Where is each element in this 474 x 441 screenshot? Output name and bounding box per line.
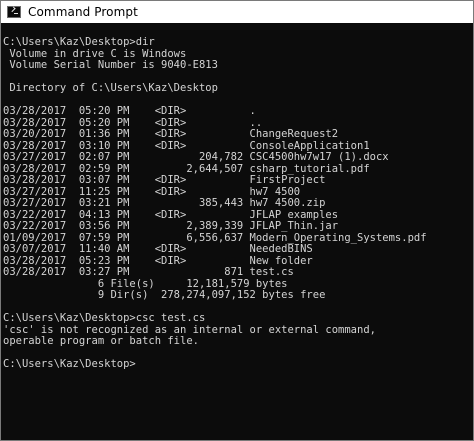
console-line: 03/28/2017 03:27 PM 871 test.cs: [3, 266, 294, 278]
console-line: operable program or batch file.: [3, 335, 199, 347]
console-line: 03/20/2017 01:36 PM <DIR> ChangeRequest2: [3, 128, 339, 140]
console-line: 03/28/2017 05:20 PM <DIR> .: [3, 105, 256, 117]
window-title: Command Prompt: [28, 5, 138, 19]
command-prompt-line[interactable]: C:\Users\Kaz\Desktop>: [3, 358, 473, 371]
command-prompt-window: Command Prompt C:\Users\Kaz\Desktop>dir …: [0, 0, 474, 441]
console-line: 03/28/2017 03:07 PM <DIR> FirstProject: [3, 174, 326, 186]
console-line: C:\Users\Kaz\Desktop>csc test.cs: [3, 312, 206, 324]
console-line: 03/22/2017 03:56 PM 2,389,339 JFLAP_Thin…: [3, 220, 339, 232]
console-line: 03/27/2017 03:21 PM 385,443 hw7 4500.zip: [3, 197, 326, 209]
console-line: 03/07/2017 11:40 AM <DIR> NeededBINS: [3, 243, 313, 255]
console-line: Directory of C:\Users\Kaz\Desktop: [3, 82, 218, 94]
console-line: C:\Users\Kaz\Desktop>dir: [3, 36, 155, 48]
title-bar[interactable]: Command Prompt: [1, 1, 473, 23]
console-line: 03/27/2017 02:07 PM 204,782 CSC4500hw7w1…: [3, 151, 389, 163]
console-output[interactable]: C:\Users\Kaz\Desktop>dir Volume in drive…: [1, 23, 473, 440]
console-icon: [7, 6, 21, 18]
console-line: Volume Serial Number is 9040-E813: [3, 59, 218, 71]
console-line: 9 Dir(s) 278,274,097,152 bytes free: [3, 289, 326, 301]
console-text-area[interactable]: C:\Users\Kaz\Desktop>dir Volume in drive…: [3, 36, 473, 371]
